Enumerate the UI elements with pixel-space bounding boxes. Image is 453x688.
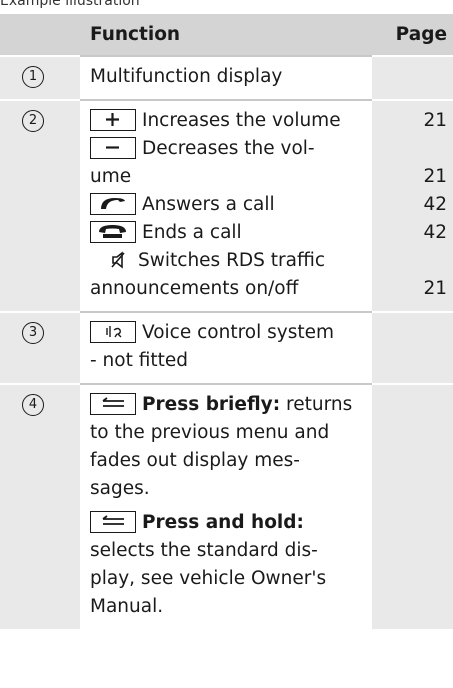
plus-icon — [90, 109, 136, 131]
back-icon — [90, 511, 136, 533]
header-function: Function — [80, 14, 372, 57]
table-row: 2 Increases the volume Decreases the vol… — [0, 100, 453, 313]
function-cell: Press briefly: returns to the previous m… — [80, 384, 372, 629]
header-num — [0, 14, 80, 57]
callout-number: 2 — [22, 110, 44, 132]
phone-answer-icon — [90, 193, 136, 215]
figure-caption: Example illustration — [0, 0, 140, 9]
function-item: Ends a call — [90, 219, 362, 247]
page-cell — [372, 312, 453, 385]
callout-number: 4 — [22, 394, 44, 416]
callout-number: 1 — [22, 66, 44, 88]
page-cell: 21 21 42 42 21 — [372, 100, 453, 313]
function-item: Decreases the vol- — [90, 135, 362, 163]
function-cell: Increases the volume Decreases the vol- … — [80, 100, 372, 313]
function-cell: Voice control system - not fitted — [80, 312, 372, 385]
row-number-cell: 3 — [0, 312, 80, 385]
function-cell: Multifunction display — [80, 56, 372, 101]
row-number-cell: 4 — [0, 384, 80, 629]
back-icon — [90, 393, 136, 415]
page-cell — [372, 56, 453, 101]
speaker-mute-icon — [90, 250, 138, 271]
function-table: Function Page 1 Multifunction display 2 … — [0, 14, 453, 629]
table-row: 4 Press briefly: returns to the previous… — [0, 384, 453, 629]
function-item: Increases the volume — [90, 107, 362, 135]
row-number-cell: 1 — [0, 56, 80, 101]
row-number-cell: 2 — [0, 100, 80, 313]
callout-number: 3 — [22, 322, 44, 344]
function-item: Answers a call — [90, 191, 362, 219]
function-item: Switches RDS traffic — [90, 247, 362, 275]
page-cell — [372, 384, 453, 629]
phone-end-icon — [90, 221, 136, 243]
minus-icon — [90, 137, 136, 159]
voice-control-icon — [90, 321, 136, 343]
table-header-row: Function Page — [0, 14, 453, 57]
header-page: Page — [372, 14, 453, 57]
table-row: 3 Voice control system - not fitted — [0, 312, 453, 385]
table-row: 1 Multifunction display — [0, 56, 453, 101]
